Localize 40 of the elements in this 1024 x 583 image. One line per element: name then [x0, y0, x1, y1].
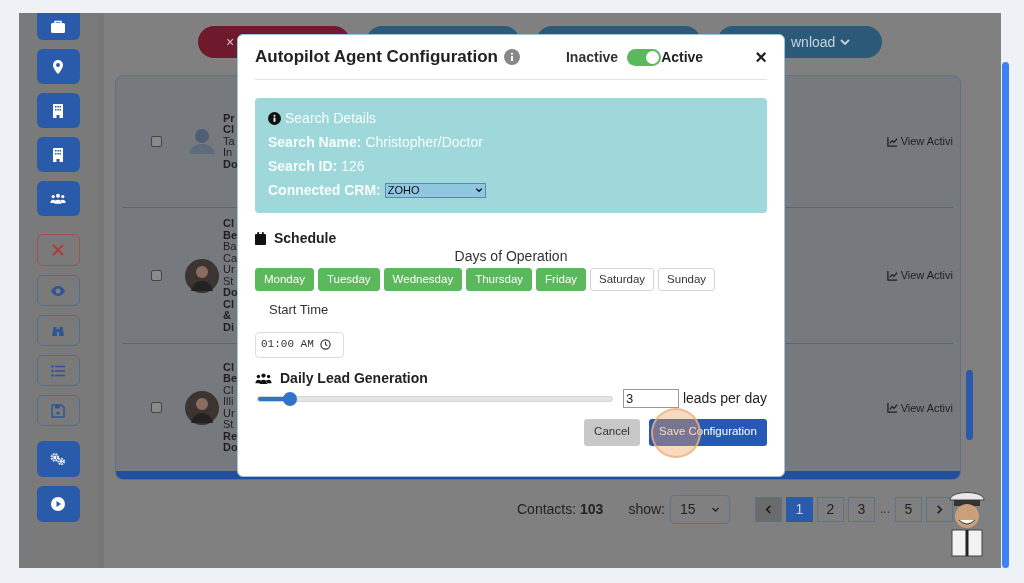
contact-detail: Illi	[223, 396, 235, 408]
show-label: show:	[628, 499, 665, 519]
contact-detail: Re	[223, 430, 238, 443]
start-time-label: Start Time	[269, 301, 329, 319]
contact-detail: Ba	[223, 241, 238, 253]
contact-detail: Cl	[223, 218, 235, 230]
modal-title: Autopilot Agent Configuration	[255, 46, 498, 69]
field-value: 126	[341, 156, 365, 176]
pagination-ellipsis: ...	[878, 501, 891, 518]
contact-detail: Cl	[223, 298, 235, 311]
contact-detail: Ta	[223, 135, 236, 148]
days-label: Days of Operation	[454, 247, 568, 263]
section-heading: Search Details	[285, 108, 377, 128]
contact-detail: Ca	[223, 252, 238, 265]
section-heading: Daily Lead Generation	[280, 369, 428, 388]
contact-detail: Cl	[223, 361, 235, 374]
contact-detail: Ur	[223, 407, 236, 420]
contact-detail: St	[223, 419, 235, 431]
contact-detail: &	[223, 310, 232, 322]
contact-detail: Be	[223, 229, 238, 242]
leads-unit-label: leads per day	[682, 389, 767, 408]
field-label: Search ID:	[268, 156, 338, 176]
contact-detail: Do	[223, 158, 238, 171]
field-label: Search Name:	[268, 132, 362, 152]
section-heading: Schedule	[274, 228, 337, 248]
contact-detail: Do	[223, 442, 238, 454]
contact-detail: Be	[223, 373, 238, 385]
contact-detail: Ur	[223, 264, 236, 276]
contact-detail: Pr	[223, 112, 236, 125]
contacts-count: Contacts: 103	[517, 499, 604, 519]
contact-detail: In	[223, 147, 234, 159]
contact-detail: Cl	[223, 384, 235, 397]
contact-detail: St	[223, 275, 235, 288]
contact-detail: Di	[223, 321, 235, 334]
active-label: Active	[661, 47, 704, 67]
field-value: Christopher/Doctor	[365, 132, 483, 152]
inactive-label: Inactive	[566, 47, 619, 67]
contact-detail: Cl	[223, 124, 235, 136]
field-label: Connected CRM:	[268, 180, 381, 200]
contact-detail: Do	[223, 287, 238, 299]
